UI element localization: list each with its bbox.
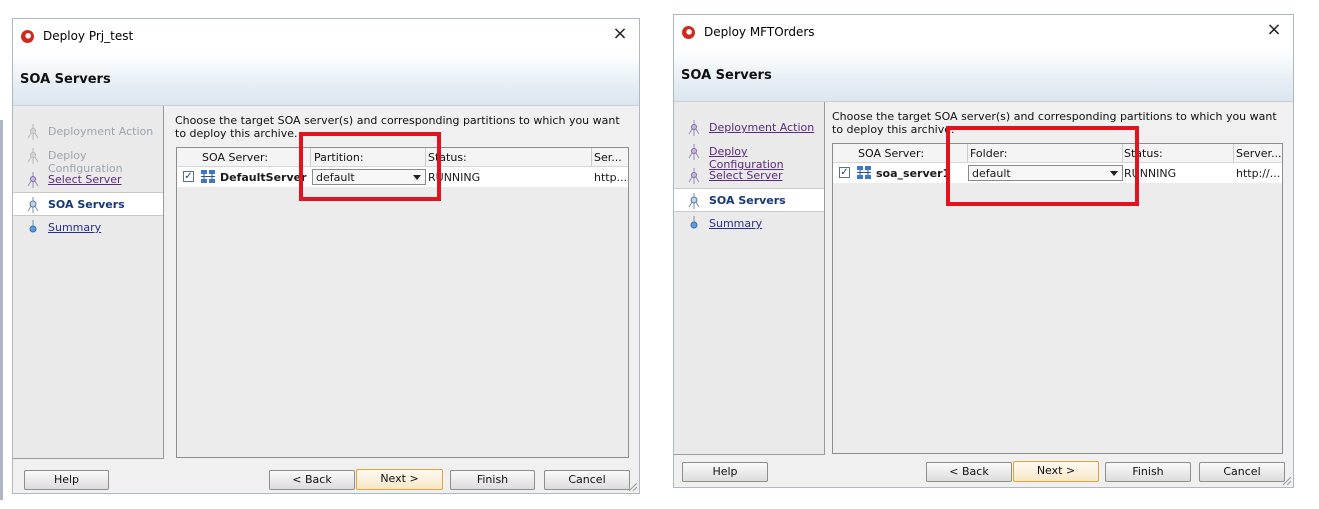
nav-step-label: Summary — [48, 221, 102, 234]
window-title: Deploy MFTOrders — [704, 25, 815, 39]
wizard-step-icon — [27, 148, 39, 164]
wizard-step-icon — [688, 193, 700, 209]
folder-value: default — [972, 167, 1011, 180]
server-name: DefaultServer — [220, 171, 307, 184]
finish-button[interactable]: Finish — [450, 470, 535, 490]
instructions-text: Choose the target SOA server(s) and corr… — [175, 114, 620, 140]
back-button[interactable]: < Back — [269, 470, 355, 490]
nav-step-deployment-action[interactable]: Deployment Action — [674, 116, 824, 140]
wizard-step-icon — [688, 168, 700, 184]
wizard-step-icon — [27, 197, 39, 213]
wizard-step-icon — [688, 120, 700, 136]
finish-button[interactable]: Finish — [1105, 462, 1191, 482]
chevron-down-icon — [1110, 171, 1118, 176]
column-header-status[interactable]: Status: — [428, 151, 467, 164]
next-button[interactable]: Next > — [1013, 461, 1099, 482]
back-button[interactable]: < Back — [926, 462, 1012, 482]
nav-step-deployment-action[interactable]: Deployment Action — [13, 120, 163, 144]
column-header-soa-server[interactable]: SOA Server: — [858, 147, 924, 160]
nav-step-summary[interactable]: Summary — [13, 216, 163, 240]
column-header-folder[interactable]: Folder: — [970, 147, 1008, 160]
close-icon[interactable]: × — [1265, 21, 1283, 39]
column-header-soa-server[interactable]: SOA Server: — [202, 151, 268, 164]
nav-step-soa-servers[interactable]: SOA Servers — [13, 192, 163, 216]
soa-servers-table: SOA Server: Partition: Status: Ser... ✓ … — [176, 147, 629, 458]
server-url-value: http://... — [1236, 167, 1281, 180]
table-row[interactable]: ✓ soa_server1 default RUNNING http://... — [833, 163, 1282, 183]
nav-step-soa-servers[interactable]: SOA Servers — [674, 188, 824, 212]
column-separator[interactable] — [425, 148, 426, 166]
column-separator[interactable] — [591, 148, 592, 166]
nav-step-label: Summary — [709, 217, 763, 230]
server-url-value: http... — [594, 171, 628, 184]
server-name: soa_server1 — [876, 167, 951, 180]
resize-grip-icon[interactable] — [1283, 477, 1291, 485]
title-bar[interactable]: Deploy MFTOrders × — [674, 15, 1293, 49]
close-icon[interactable]: × — [611, 25, 629, 43]
column-header-partition[interactable]: Partition: — [314, 151, 364, 164]
nav-step-label: SOA Servers — [48, 198, 125, 211]
status-value: RUNNING — [428, 171, 481, 184]
column-separator[interactable] — [1233, 144, 1234, 162]
wizard-step-icon — [29, 220, 37, 233]
nav-step-deploy-configuration[interactable]: Deploy Configuration — [674, 140, 824, 171]
server-icon — [201, 170, 215, 183]
column-header-server[interactable]: Server... — [1236, 147, 1282, 160]
nav-step-label: Deployment Action — [709, 121, 815, 134]
server-checkbox[interactable]: ✓ — [183, 171, 194, 182]
help-button[interactable]: Help — [682, 462, 768, 482]
nav-step-label: SOA Servers — [709, 194, 786, 207]
column-header-server[interactable]: Ser... — [594, 151, 622, 164]
column-separator[interactable] — [1122, 144, 1123, 162]
nav-step-label: Deployment Action — [48, 125, 154, 138]
wizard-step-icon — [27, 124, 39, 140]
soa-servers-table: SOA Server: Folder: Status: Server... ✓ … — [832, 143, 1283, 454]
table-header: SOA Server: Folder: Status: Server... — [833, 144, 1282, 163]
page-title: SOA Servers — [20, 72, 111, 87]
window-edge-fragment — [0, 120, 3, 500]
wizard-step-icon — [690, 216, 698, 229]
server-icon — [857, 166, 871, 179]
oracle-app-icon — [682, 26, 695, 39]
wizard-steps-panel: Deployment Action Deploy Configuration S… — [13, 106, 164, 459]
nav-step-select-server[interactable]: Select Server — [674, 164, 824, 188]
next-button[interactable]: Next > — [356, 469, 443, 490]
deploy-dialog-mftorders: Deploy MFTOrders × SOA Servers Deploymen… — [673, 14, 1294, 488]
wizard-step-icon — [27, 172, 39, 188]
page-header: SOA Servers — [674, 49, 1293, 102]
window-title: Deploy Prj_test — [43, 29, 134, 43]
table-row[interactable]: ✓ DefaultServer default RUNNING http... — [177, 167, 628, 187]
nav-step-deploy-configuration[interactable]: Deploy Configuration — [13, 144, 163, 175]
nav-step-label: Select Server — [48, 173, 122, 186]
page-header: SOA Servers — [13, 53, 639, 106]
title-bar[interactable]: Deploy Prj_test × — [13, 19, 639, 53]
wizard-steps-panel: Deployment Action Deploy Configuration S… — [674, 102, 825, 455]
help-button[interactable]: Help — [24, 470, 109, 490]
server-checkbox[interactable]: ✓ — [839, 167, 850, 178]
wizard-step-icon — [688, 144, 700, 160]
column-header-status[interactable]: Status: — [1124, 147, 1163, 160]
deploy-dialog-prj-test: Deploy Prj_test × SOA Servers Deployment… — [12, 18, 640, 494]
partition-value: default — [316, 171, 355, 184]
nav-step-label: Select Server — [709, 169, 783, 182]
oracle-app-icon — [21, 30, 34, 43]
cancel-button[interactable]: Cancel — [1199, 462, 1285, 482]
resize-grip-icon[interactable] — [629, 483, 637, 491]
chevron-down-icon — [413, 175, 421, 180]
column-separator[interactable] — [310, 148, 311, 166]
status-value: RUNNING — [1124, 167, 1177, 180]
nav-step-select-server[interactable]: Select Server — [13, 168, 163, 192]
partition-dropdown[interactable]: default — [312, 169, 426, 185]
cancel-button[interactable]: Cancel — [544, 470, 630, 490]
nav-step-summary[interactable]: Summary — [674, 212, 824, 236]
folder-dropdown[interactable]: default — [968, 165, 1123, 181]
table-header: SOA Server: Partition: Status: Ser... — [177, 148, 628, 167]
column-separator[interactable] — [967, 144, 968, 162]
instructions-text: Choose the target SOA server(s) and corr… — [832, 110, 1277, 136]
page-title: SOA Servers — [681, 68, 772, 83]
